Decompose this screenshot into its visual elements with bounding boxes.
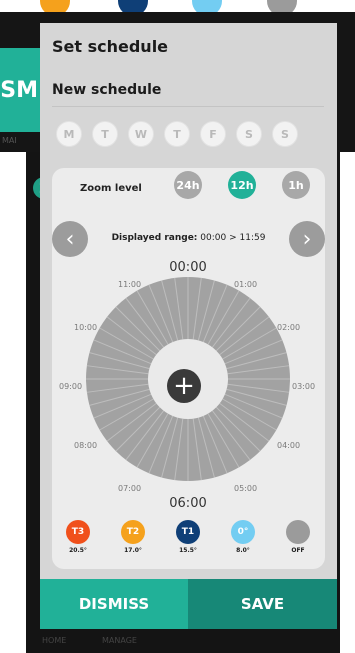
hour-label: 04:00: [277, 441, 301, 450]
zoom-option-24h[interactable]: 24h: [174, 171, 202, 199]
modal-title: Set schedule: [52, 37, 169, 56]
hour-label: 08:00: [74, 441, 98, 450]
chevron-left-icon: ‹: [65, 226, 75, 252]
hour-label: 10:00: [74, 323, 98, 332]
off-badge: [286, 520, 310, 544]
day-toggle-wednesday[interactable]: W: [128, 121, 154, 147]
zoom-option-12h[interactable]: 12h: [228, 171, 256, 199]
save-button[interactable]: SAVE: [188, 579, 337, 629]
hour-label: 02:00: [277, 323, 301, 332]
hour-label: 11:00: [118, 280, 142, 289]
hour-label: 09:00: [59, 382, 83, 391]
hour-label: 05:00: [234, 484, 258, 493]
dismiss-button[interactable]: DISMISS: [40, 579, 188, 629]
schedule-name-field[interactable]: New schedule: [52, 82, 161, 98]
schedule-name-underline: [52, 106, 324, 107]
day-toggle-tuesday[interactable]: T: [92, 121, 118, 147]
hour-label: 01:00: [234, 280, 258, 289]
clock-bottom-label: 06:00: [169, 496, 207, 511]
next-range-button[interactable]: ›: [289, 221, 325, 257]
clock-top-label: 00:00: [169, 260, 207, 275]
plus-icon: +: [173, 371, 195, 401]
frost-icon: 0°: [231, 520, 255, 544]
temperature-t3[interactable]: T3 20.5°: [63, 520, 93, 554]
temperature-frost[interactable]: 0° 8.0°: [228, 520, 258, 554]
day-toggle-sunday[interactable]: S: [272, 121, 298, 147]
day-toggle-thursday[interactable]: T: [164, 121, 190, 147]
add-period-button[interactable]: +: [167, 369, 201, 403]
chevron-right-icon: ›: [302, 226, 312, 252]
zoom-option-1h[interactable]: 1h: [282, 171, 310, 199]
displayed-range-label: Displayed range:: [111, 233, 198, 243]
day-toggle-friday[interactable]: F: [200, 121, 226, 147]
temperature-t2-value: 17.0°: [124, 547, 142, 554]
temperature-t1[interactable]: T1 15.5°: [173, 520, 203, 554]
displayed-range: Displayed range: 00:00 > 11:59: [80, 233, 297, 243]
temperature-t2[interactable]: T2 17.0°: [118, 520, 148, 554]
day-toggle-saturday[interactable]: S: [236, 121, 262, 147]
temperature-t2-badge: T2: [121, 520, 145, 544]
day-selector: M T W T F S S: [56, 121, 328, 147]
temperature-t3-badge: T3: [66, 520, 90, 544]
temperature-frost-value: 8.0°: [236, 547, 250, 554]
zoom-level-label: Zoom level: [80, 183, 142, 194]
temperature-t1-badge: T1: [176, 520, 200, 544]
background-partial-button: SM: [0, 48, 40, 132]
hour-label: 07:00: [118, 484, 142, 493]
background-nav-home: HOME: [42, 636, 67, 645]
displayed-range-value: 00:00 > 11:59: [200, 233, 266, 243]
temperature-t3-value: 20.5°: [69, 547, 87, 554]
set-schedule-modal: Set schedule New schedule M T W T F S S …: [40, 23, 337, 629]
background-partial-button-text: SM: [0, 77, 38, 103]
temperature-t1-value: 15.5°: [179, 547, 197, 554]
day-toggle-monday[interactable]: M: [56, 121, 82, 147]
background-partial-label: MAI: [2, 136, 17, 145]
temperature-off[interactable]: OFF: [283, 520, 313, 554]
temperature-off-value: OFF: [291, 547, 305, 554]
background-nav-manage: MANAGE: [102, 636, 137, 645]
hour-label: 03:00: [292, 382, 316, 391]
